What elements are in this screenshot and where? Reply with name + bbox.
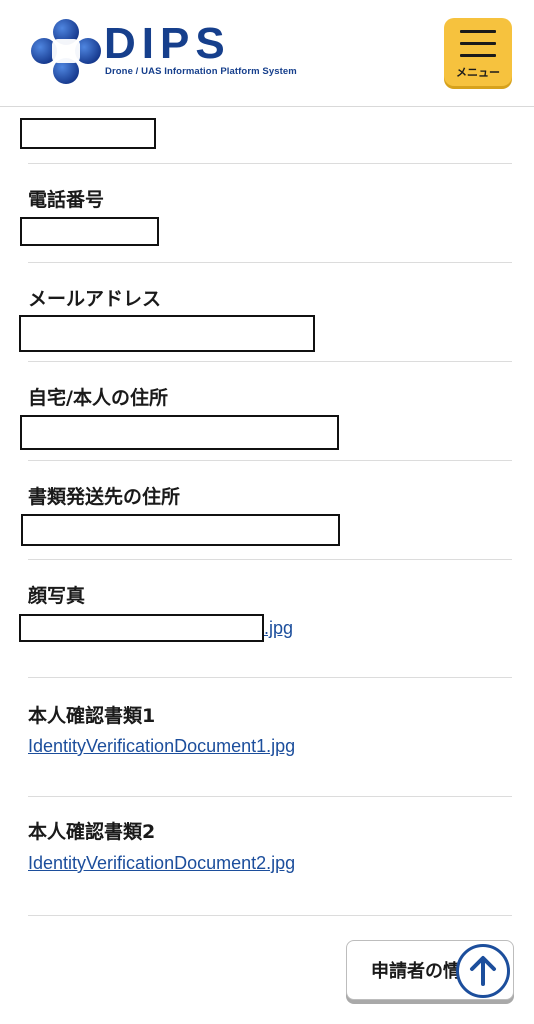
dips-wordmark: DIPS xyxy=(104,24,231,64)
phone-label: 電話番号 xyxy=(28,189,105,211)
header: DIPS Drone / UAS Information Platform Sy… xyxy=(0,0,534,107)
mailing-address-label: 書類発送先の住所 xyxy=(28,486,181,508)
logo-subtitle: Drone / UAS Information Platform System xyxy=(105,66,297,77)
redacted-home-address-value xyxy=(20,415,339,450)
applicant-info-label: 申請者の情 xyxy=(371,961,461,982)
menu-button[interactable]: メニュー xyxy=(444,18,512,86)
content-end-divider xyxy=(28,915,512,916)
home-address-label: 自宅/本人の住所 xyxy=(28,387,168,409)
id-doc2-file-link[interactable]: IdentityVerificationDocument2.jpg xyxy=(28,853,295,874)
page: DIPS Drone / UAS Information Platform Sy… xyxy=(0,0,534,1024)
photo-label: 顔写真 xyxy=(28,585,86,607)
dips-logo[interactable]: DIPS Drone / UAS Information Platform Sy… xyxy=(26,16,316,88)
id-doc1-label: 本人確認書類1 xyxy=(28,705,156,727)
redacted-photo-filename xyxy=(19,614,264,642)
menu-label: メニュー xyxy=(456,66,500,79)
redacted-email-value xyxy=(19,315,315,352)
arrow-up-icon xyxy=(470,956,496,986)
redacted-phone-value xyxy=(20,217,159,246)
field-phone: 電話番号 xyxy=(28,163,512,263)
scroll-to-top-button[interactable] xyxy=(456,944,510,998)
photo-file-link[interactable]: .jpg xyxy=(264,618,293,639)
redacted-name-value xyxy=(20,118,156,149)
hamburger-icon xyxy=(460,30,496,60)
dips-logo-icon xyxy=(31,19,101,84)
dips-wordmark-text: DIPS xyxy=(104,24,231,64)
redacted-mailing-address-value xyxy=(21,514,340,546)
id-doc1-file-link[interactable]: IdentityVerificationDocument1.jpg xyxy=(28,736,295,757)
id-doc2-label: 本人確認書類2 xyxy=(28,821,156,843)
email-label: メールアドレス xyxy=(28,288,162,310)
